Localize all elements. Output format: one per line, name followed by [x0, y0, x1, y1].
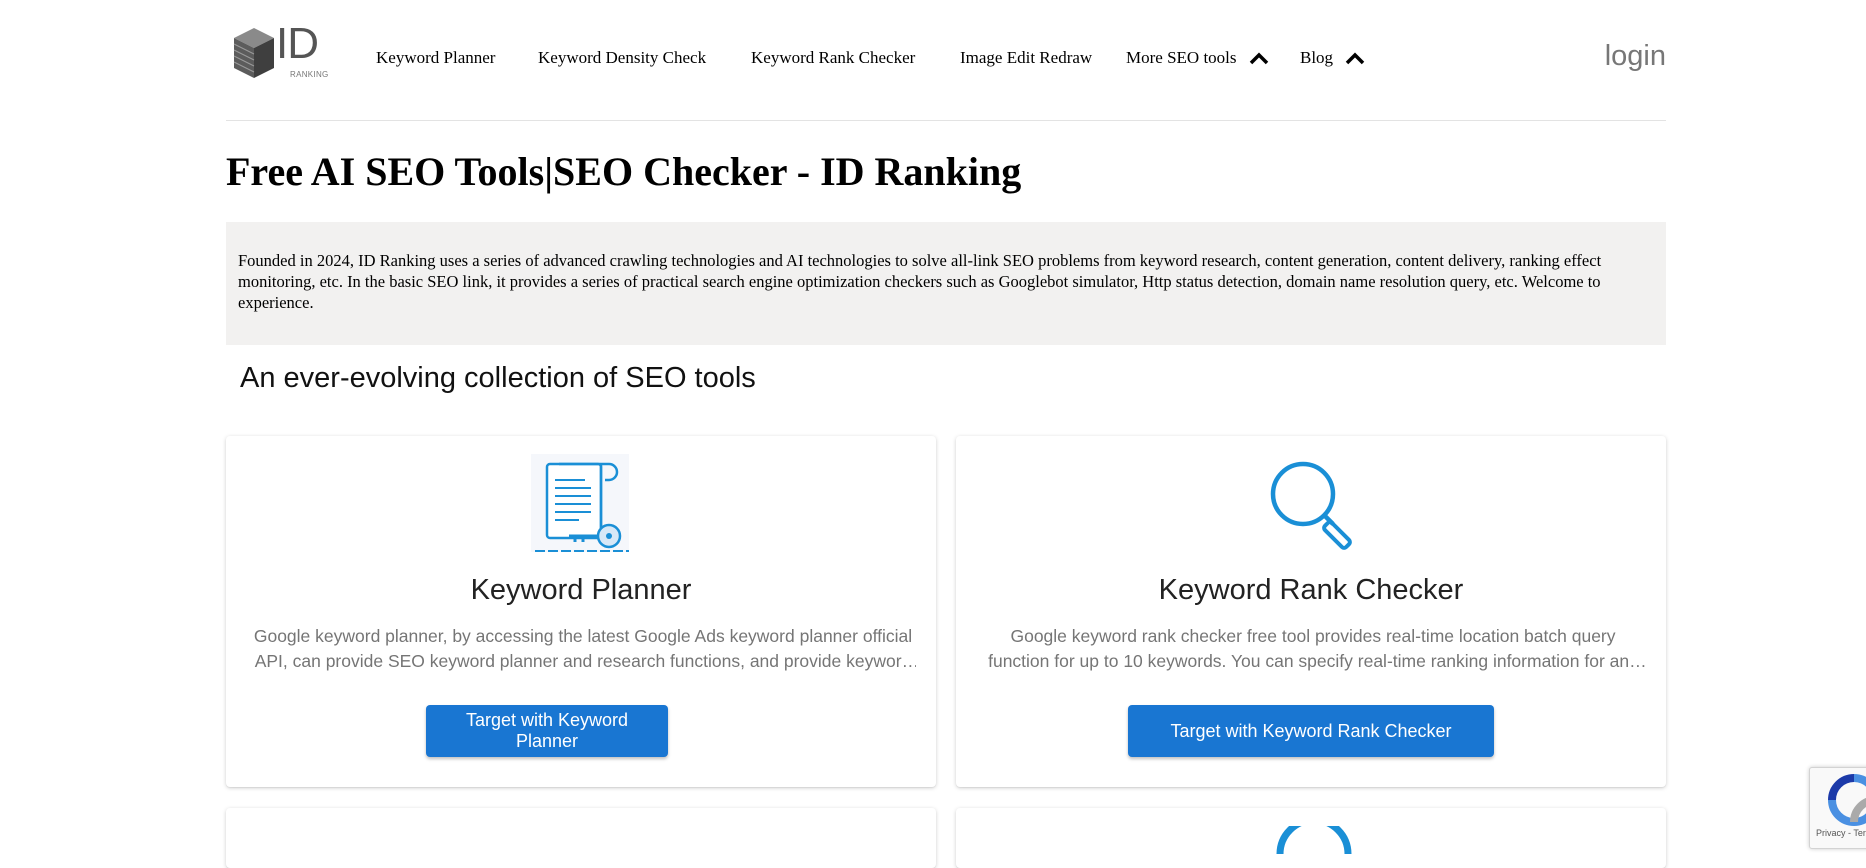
refresh-icon	[1276, 826, 1352, 855]
nav-blog-label: Blog	[1300, 48, 1334, 67]
logo-subtext: RANKING	[290, 70, 329, 79]
recaptcha-icon	[1828, 774, 1866, 826]
page-title: Free AI SEO Tools|SEO Checker - ID Ranki…	[226, 149, 1022, 194]
nav-keyword-rank-checker[interactable]: Keyword Rank Checker	[751, 48, 915, 68]
card-description: Google keyword rank checker free tool pr…	[988, 626, 1638, 671]
nav-more-seo-tools-label: More SEO tools	[1126, 48, 1237, 67]
tool-card-keyword-planner: Keyword Planner Google keyword planner, …	[226, 436, 936, 787]
nav-blog[interactable]: Blog	[1300, 48, 1365, 68]
tool-card-partial	[226, 808, 936, 868]
card-title: Keyword Rank Checker	[1158, 574, 1464, 606]
nav-keyword-planner[interactable]: Keyword Planner	[376, 48, 495, 68]
card-description: Google keyword planner, by accessing the…	[253, 626, 913, 671]
page-container: ID RANKING Keyword Planner Keyword Densi…	[226, 0, 1666, 868]
magnifier-icon	[1270, 461, 1352, 550]
document-key-icon	[531, 454, 629, 552]
intro-box: Founded in 2024, ID Ranking uses a serie…	[226, 222, 1666, 345]
nav-image-edit-redraw[interactable]: Image Edit Redraw	[960, 48, 1092, 68]
target-keyword-planner-button[interactable]: Target with Keyword Planner	[426, 705, 668, 757]
card-title: Keyword Planner	[470, 574, 692, 606]
site-logo[interactable]: ID RANKING	[232, 22, 328, 82]
nav-more-seo-tools[interactable]: More SEO tools	[1126, 48, 1269, 68]
target-keyword-rank-checker-button[interactable]: Target with Keyword Rank Checker	[1128, 705, 1494, 757]
section-heading: An ever-evolving collection of SEO tools	[240, 362, 756, 394]
nav-keyword-density-check[interactable]: Keyword Density Check	[538, 48, 706, 68]
tool-card-partial	[956, 808, 1666, 868]
tool-card-keyword-rank-checker: Keyword Rank Checker Google keyword rank…	[956, 436, 1666, 787]
logo-text: ID	[276, 19, 319, 68]
site-header: ID RANKING Keyword Planner Keyword Densi…	[226, 0, 1666, 121]
chevron-up-icon	[1346, 52, 1365, 65]
login-link[interactable]: login	[1605, 40, 1666, 73]
cube-logo-icon	[233, 28, 274, 78]
chevron-up-icon	[1249, 52, 1268, 65]
intro-text: Founded in 2024, ID Ranking uses a serie…	[238, 251, 1602, 312]
